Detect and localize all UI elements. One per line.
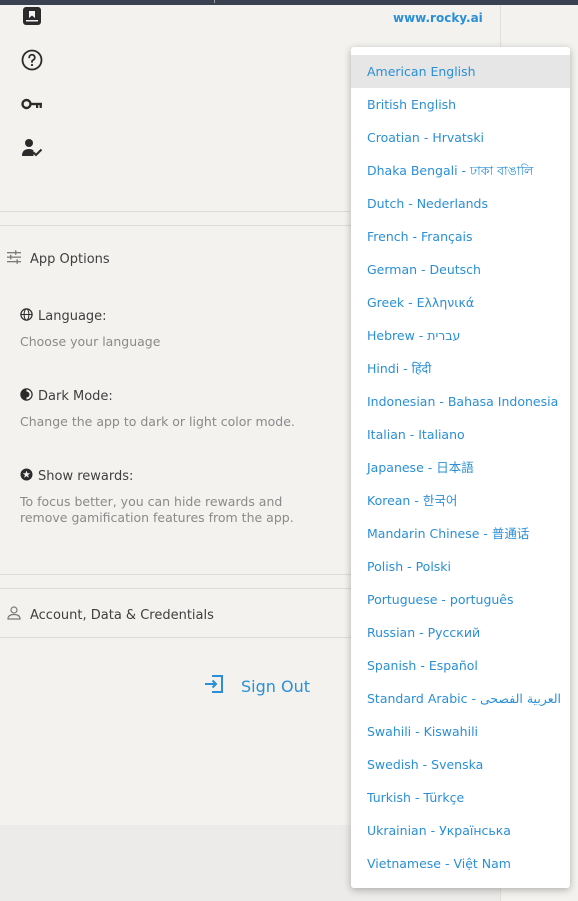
user-check-icon[interactable] [20,136,44,160]
language-option-item[interactable]: Swedish - Svenska [351,748,570,781]
user-icon [6,606,22,624]
sliders-icon [6,250,22,268]
language-option-item[interactable]: Swahili - Kiswahili [351,715,570,748]
language-option-item[interactable]: Spanish - Español [351,649,570,682]
language-option-item[interactable]: Croatian - Hrvatski [351,121,570,154]
dark-mode-description: Change the app to dark or light color mo… [20,414,295,429]
top-bar-divider [214,0,215,3]
rewards-option[interactable]: Show rewards: [20,468,133,485]
contrast-icon [20,388,33,405]
language-description: Choose your language [20,334,161,349]
account-header[interactable]: Account, Data & Credentials [6,606,214,624]
language-option-item[interactable]: French - Français [351,220,570,253]
rewards-description-line-2: remove gamification features from the ap… [20,510,294,525]
website-link[interactable]: www.rocky.ai [393,11,483,25]
sign-out-label: Sign Out [241,676,310,696]
language-option-item[interactable]: Standard Arabic - العربية الفصحى [351,682,570,715]
section-divider [0,211,350,212]
account-title: Account, Data & Credentials [30,607,214,623]
language-option-item[interactable]: German - Deutsch [351,253,570,286]
language-option-item[interactable]: British English [351,88,570,121]
language-option-item[interactable]: Dutch - Nederlands [351,187,570,220]
key-icon[interactable] [20,92,44,116]
journal-icon[interactable] [20,4,44,28]
dark-mode-option[interactable]: Dark Mode: [20,388,113,405]
language-options-list: American English British English Croatian … [351,47,570,880]
language-option-item[interactable]: Russian - Русский [351,616,570,649]
language-option-item[interactable]: Polish - Polski [351,550,570,583]
language-option-item[interactable]: American English [351,55,570,88]
language-option-item[interactable]: Hebrew - עברית [351,319,570,352]
sign-out-icon [203,674,225,698]
language-option-item[interactable]: Ukrainian - Українська [351,814,570,847]
language-option-item[interactable]: Mandarin Chinese - 普通话 [351,517,570,550]
rewards-description-line-1: To focus better, you can hide rewards an… [20,494,283,509]
app-options-header: App Options [6,250,110,268]
language-option-item[interactable]: Korean - 한국어 [351,484,570,517]
help-icon[interactable] [20,48,44,72]
dark-mode-label: Dark Mode: [38,389,113,404]
language-dropdown[interactable]: American English British English Croatian … [351,47,570,888]
language-option-item[interactable]: Turkish - Türkçe [351,781,570,814]
language-option-item[interactable]: Dhaka Bengali - ঢাকা বাঙালি [351,154,570,187]
globe-icon [20,308,33,325]
star-badge-icon [20,468,33,485]
language-option-item[interactable]: Portuguese - português [351,583,570,616]
app-options-title: App Options [30,251,110,267]
language-option[interactable]: Language: [20,308,107,325]
rewards-label: Show rewards: [38,469,134,484]
language-label: Language: [38,309,107,324]
language-option-item[interactable]: Indonesian - Bahasa Indonesia [351,385,570,418]
language-option-item[interactable]: Greek - Ελληνικά [351,286,570,319]
rewards-description: To focus better, you can hide rewards an… [20,494,310,526]
language-option-item[interactable]: Japanese - 日本語 [351,451,570,484]
sign-out-button[interactable]: Sign Out [203,674,310,698]
language-option-item[interactable]: Italian - Italiano [351,418,570,451]
language-option-item[interactable]: Vietnamese - Việt Nam [351,847,570,880]
language-option-item[interactable]: Hindi - हिंदी [351,352,570,385]
